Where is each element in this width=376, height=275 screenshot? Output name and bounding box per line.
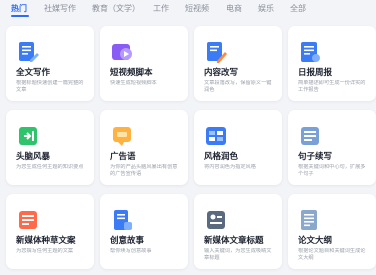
- card-title: 创意故事: [110, 236, 145, 246]
- tool-card-brainstorm[interactable]: 头脑风暴 为您生成任何主题的知识要点: [6, 110, 94, 185]
- card-title: 句子续写: [298, 152, 333, 162]
- outline-icon: [298, 208, 322, 232]
- card-description: 根据标题快速创建一篇完整的文章: [16, 80, 84, 93]
- lightbulb-icon: [16, 124, 40, 148]
- tab-all[interactable]: 全部: [290, 4, 306, 14]
- tab-work[interactable]: 工作: [153, 4, 169, 14]
- tab-entertainment[interactable]: 娱乐: [258, 4, 274, 14]
- card-description: 文章段落改写，保留原义一键润色: [204, 80, 272, 93]
- card-title: 全文写作: [16, 68, 51, 78]
- media-post-icon: [16, 208, 40, 232]
- rewrite-icon: [204, 40, 228, 64]
- card-title: 论文大纲: [298, 236, 333, 246]
- ad-icon: [110, 124, 134, 148]
- tab-ecommerce[interactable]: 电商: [226, 4, 242, 14]
- card-description: 帮你续写创意故事: [110, 248, 152, 254]
- card-title: 短视频脚本: [110, 68, 153, 78]
- video-play-icon: [110, 40, 134, 64]
- tab-short-video[interactable]: 短视频: [185, 4, 209, 14]
- headline-icon: [204, 208, 228, 232]
- story-book-icon: [110, 208, 134, 232]
- tool-card-report[interactable]: 日报周报 简单描述即可生成一份详实的工作报告: [288, 26, 376, 101]
- card-description: 为你的产品头脑风暴出有创意的广告宣传语: [110, 164, 178, 177]
- tool-card-sentence-continue[interactable]: 句子续写 根据关键词和中心句，扩展多个句子: [288, 110, 376, 185]
- card-title: 新媒体文章标题: [204, 236, 264, 246]
- tab-social-writing[interactable]: 社媒写作: [44, 4, 76, 14]
- card-description: 快速生成短视频脚本: [110, 80, 157, 86]
- tool-card-rewrite[interactable]: 内容改写 文章段落改写，保留原义一键润色: [194, 26, 282, 101]
- document-edit-icon: [16, 40, 40, 64]
- category-tabs: 热门 社媒写作 教育（文学） 工作 短视频 电商 娱乐 全部: [0, 0, 376, 20]
- card-title: 内容改写: [204, 68, 239, 78]
- card-title: 风格润色: [204, 152, 239, 162]
- tool-card-creative-story[interactable]: 创意故事 帮你续写创意故事: [100, 194, 188, 269]
- card-title: 广告语: [110, 152, 136, 162]
- tool-card-slogan[interactable]: 广告语 为你的产品头脑风暴出有创意的广告宣传语: [100, 110, 188, 185]
- card-description: 将内容润色为指定风格: [204, 164, 256, 170]
- tool-card-paper-outline[interactable]: 论文大纲 根据论文题目和关键词生成论文大纲: [288, 194, 376, 269]
- card-description: 输入关键词，为您生成吸睛文章标题: [204, 248, 272, 261]
- active-tab-indicator: [11, 15, 29, 17]
- card-description: 为您生成任何主题的知识要点: [16, 164, 84, 170]
- card-description: 根据论文题目和关键词生成论文大纲: [298, 248, 366, 261]
- tool-card-video-script[interactable]: 短视频脚本 快速生成短视频脚本: [100, 26, 188, 101]
- card-description: 为您撰写任何主题的文案: [16, 248, 74, 254]
- card-title: 新媒体种草文案: [16, 236, 76, 246]
- sentence-icon: [298, 124, 322, 148]
- tool-card-style-polish[interactable]: 风格润色 将内容润色为指定风格: [194, 110, 282, 185]
- style-icon: [204, 124, 228, 148]
- tool-card-full-writing[interactable]: 全文写作 根据标题快速创建一篇完整的文章: [6, 26, 94, 101]
- card-title: 头脑风暴: [16, 152, 51, 162]
- card-description: 简单描述即可生成一份详实的工作报告: [298, 80, 366, 93]
- card-title: 日报周报: [298, 68, 333, 78]
- card-description: 根据关键词和中心句，扩展多个句子: [298, 164, 366, 177]
- tab-education[interactable]: 教育（文学）: [92, 4, 140, 14]
- tab-hot[interactable]: 热门: [11, 4, 27, 14]
- tool-card-headline[interactable]: 新媒体文章标题 输入关键词，为您生成吸睛文章标题: [194, 194, 282, 269]
- tool-card-media-post[interactable]: 新媒体种草文案 为您撰写任何主题的文案: [6, 194, 94, 269]
- report-icon: [298, 40, 322, 64]
